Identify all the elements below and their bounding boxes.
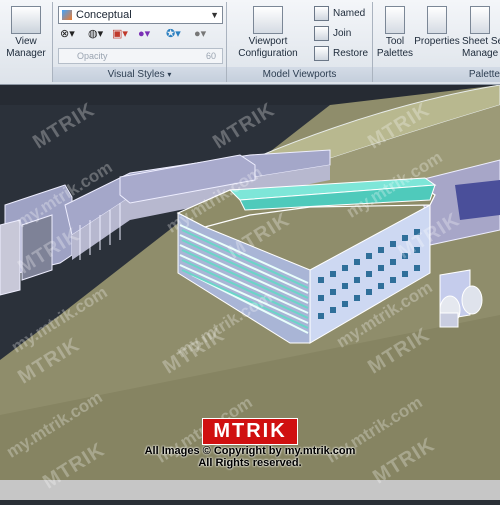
restore-icon (314, 46, 329, 61)
shadows-icon[interactable]: ◍▾ (88, 27, 108, 41)
sheet-set-manager-button[interactable]: Sheet Se Manage (462, 6, 500, 60)
visual-styles-panel-title[interactable]: Visual Styles ▾ (53, 67, 226, 82)
named-viewports-button[interactable]: Named (314, 6, 365, 22)
lights-icon[interactable]: ✪▾ (166, 27, 186, 41)
xray-icon[interactable]: ⊗▾ (60, 27, 80, 41)
environment-icon[interactable]: ●▾ (194, 27, 214, 41)
join-viewports-button[interactable]: Join (314, 26, 351, 42)
join-icon (314, 26, 329, 41)
properties-icon (427, 6, 447, 34)
ribbon: View Manager Conceptual ▼ ⊗▾ ◍▾ ▣▾ ●▾ ✪▾… (0, 0, 500, 85)
mtrik-logo: MTRIK (202, 418, 298, 445)
rights-line: All Rights reserved. (198, 457, 302, 469)
material-icon[interactable]: ●▾ (138, 27, 158, 41)
view-manager-icon (11, 6, 41, 34)
model-viewports-panel-title: Model Viewports (227, 67, 372, 82)
named-icon (314, 6, 329, 21)
properties-button[interactable]: Properties (414, 6, 460, 48)
chevron-down-icon: ▼ (210, 10, 219, 20)
sheet-set-icon (470, 6, 490, 34)
copyright-line: All Images © Copyright by my.mtrik.com (144, 445, 356, 457)
restore-viewports-button[interactable]: Restore (314, 46, 368, 62)
tool-palettes-icon (385, 6, 405, 34)
edge-color-icon[interactable]: ▣▾ (112, 27, 132, 41)
copyright-credit: MTRIK All Images © Copyright by my.mtrik… (0, 418, 500, 469)
viewport-configuration-button[interactable]: Viewport Configuration (232, 6, 304, 60)
palettes-panel-title: Palette (373, 67, 500, 82)
view-manager-button[interactable]: View Manager (4, 6, 48, 60)
opacity-slider[interactable]: Opacity 60 (58, 48, 223, 64)
tool-palettes-button[interactable]: Tool Palettes (376, 6, 414, 60)
visual-style-swatch-icon (62, 10, 72, 20)
viewport-icon (253, 6, 283, 34)
visual-style-dropdown[interactable]: Conceptual ▼ (58, 6, 223, 24)
